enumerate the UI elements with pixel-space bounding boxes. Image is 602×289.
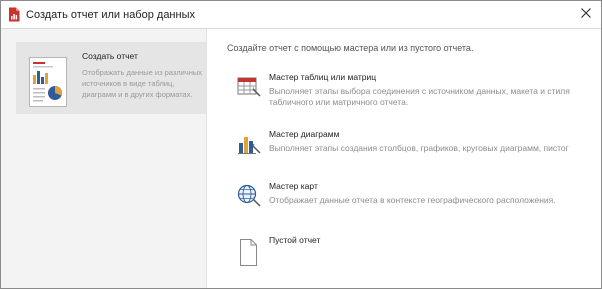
sidebar-item-create-report[interactable]: Создать отчет Отображать данные из разли… — [16, 42, 206, 114]
main-panel: Создайте отчет с помощью мастера или из … — [207, 29, 601, 288]
sidebar: Создать отчет Отображать данные из разли… — [1, 29, 207, 288]
option-description: Отображает данные отчета в контексте гео… — [269, 195, 556, 205]
option-map-wizard[interactable]: Мастер карт Отображает данные отчета в к… — [234, 181, 601, 221]
option-title: Мастер диаграмм — [269, 129, 340, 139]
intro-text: Создайте отчет с помощью мастера или из … — [227, 43, 474, 53]
map-wizard-icon — [236, 183, 262, 209]
option-description: Выполняет этапы выбора соединения с исто… — [269, 86, 570, 107]
window-title: Создать отчет или набор данных — [26, 9, 195, 21]
blank-report-icon — [236, 237, 262, 266]
option-table-matrix-wizard[interactable]: Мастер таблиц или матриц Выполняет этапы… — [234, 72, 601, 112]
close-icon — [581, 5, 591, 23]
option-description: Выполняет этапы создания столбцов, графи… — [269, 143, 569, 153]
option-title: Мастер карт — [269, 181, 318, 191]
report-builder-icon — [8, 7, 20, 22]
table-wizard-icon — [236, 74, 262, 100]
sidebar-item-description: Отображать данные из различных источнико… — [82, 68, 202, 99]
option-title: Пустой отчет — [269, 235, 321, 245]
chart-wizard-icon — [236, 131, 262, 157]
option-title: Мастер таблиц или матриц — [269, 72, 377, 82]
option-blank-report[interactable]: Пустой отчет — [234, 235, 601, 275]
close-button[interactable] — [575, 4, 597, 24]
create-report-dialog: Создать отчет или набор данных Создать о… — [0, 0, 602, 289]
report-thumbnail-icon — [29, 57, 67, 107]
option-chart-wizard[interactable]: Мастер диаграмм Выполняет этапы создания… — [234, 129, 601, 169]
title-bar: Создать отчет или набор данных — [1, 1, 601, 29]
sidebar-item-title: Создать отчет — [82, 51, 138, 61]
